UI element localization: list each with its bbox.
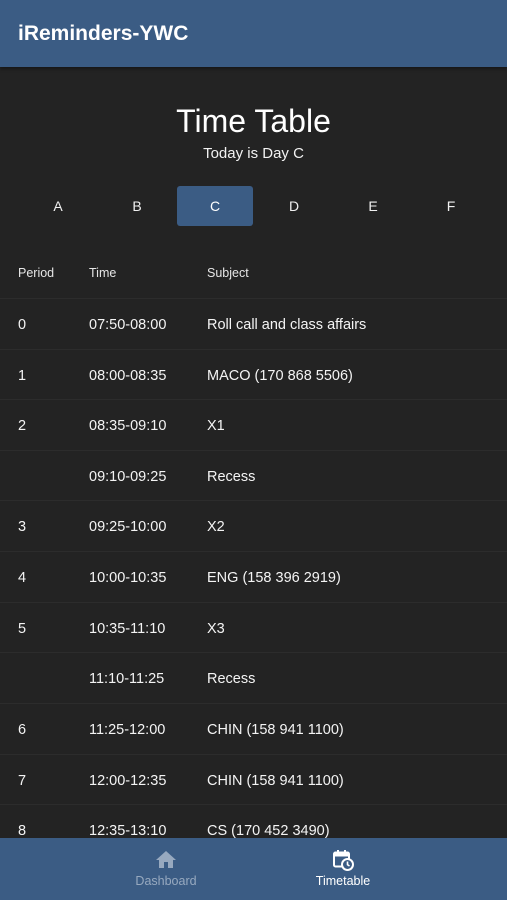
time-cell: 12:00-12:35 — [89, 773, 167, 789]
table-row: 3 09:25-10:00 X2 — [0, 500, 507, 551]
nav-dashboard[interactable]: Dashboard — [66, 838, 266, 900]
calendar-clock-icon — [333, 850, 354, 871]
period-cell: 0 — [18, 317, 27, 333]
time-cell: 10:00-10:35 — [89, 570, 167, 586]
table-row: 1 08:00-08:35 MACO (170 868 5506) — [0, 349, 507, 400]
period-cell: 8 — [18, 823, 27, 838]
subject-cell: X1 — [207, 418, 225, 434]
table-row: 8 12:35-13:10 CS (170 452 3490) — [0, 804, 507, 838]
table-row: 2 08:35-09:10 X1 — [0, 399, 507, 450]
period-cell: 5 — [18, 621, 27, 637]
table-row: 7 12:00-12:35 CHIN (158 941 1100) — [0, 754, 507, 805]
time-cell: 08:35-09:10 — [89, 418, 167, 434]
day-tabs: A B C D E F — [0, 186, 507, 226]
home-icon — [156, 851, 176, 868]
nav-timetable[interactable]: Timetable — [243, 838, 443, 900]
nav-dashboard-label: Dashboard — [135, 874, 197, 888]
subject-cell: CS (170 452 3490) — [207, 823, 330, 838]
subject-cell: Recess — [207, 469, 256, 485]
page-title: Time Table — [176, 103, 331, 139]
column-header-time: Time — [89, 266, 117, 280]
period-cell: 3 — [18, 519, 27, 535]
time-cell: 08:00-08:35 — [89, 368, 167, 384]
time-cell: 11:10-11:25 — [89, 671, 165, 687]
subject-cell: ENG (158 396 2919) — [207, 570, 341, 586]
table-row: 09:10-09:25 Recess — [0, 450, 507, 501]
current-day-label: Today is Day C — [203, 145, 304, 162]
tab-day-b[interactable]: B — [99, 186, 175, 226]
timetable-list[interactable]: 0 07:50-08:00 Roll call and class affair… — [0, 298, 507, 838]
table-row: 11:10-11:25 Recess — [0, 652, 507, 703]
time-cell: 11:25-12:00 — [89, 722, 166, 738]
tab-day-a[interactable]: A — [20, 186, 96, 226]
tab-day-c[interactable]: C — [177, 186, 253, 226]
app-title: iReminders-YWC — [18, 21, 189, 45]
app-bar: iReminders-YWC — [0, 0, 507, 67]
nav-timetable-label: Timetable — [315, 874, 371, 888]
period-cell: 2 — [18, 418, 27, 434]
time-cell: 09:25-10:00 — [89, 519, 167, 535]
column-header-period: Period — [18, 266, 55, 280]
period-cell: 1 — [18, 368, 27, 384]
bottom-navigation: Dashboard Timetable — [0, 838, 507, 900]
subject-cell: Recess — [207, 671, 256, 687]
period-cell: 4 — [18, 570, 27, 586]
period-cell: 7 — [18, 773, 27, 789]
table-row: 6 11:25-12:00 CHIN (158 941 1100) — [0, 703, 507, 754]
time-cell: 12:35-13:10 — [89, 823, 167, 838]
table-row: 5 10:35-11:10 X3 — [0, 602, 507, 653]
subject-cell: X2 — [207, 519, 225, 535]
subject-cell: X3 — [207, 621, 225, 637]
time-cell: 07:50-08:00 — [89, 317, 167, 333]
table-header: Period Time Subject — [0, 266, 507, 296]
subject-cell: MACO (170 868 5506) — [207, 368, 353, 384]
tab-day-e[interactable]: E — [335, 186, 411, 226]
period-cell: 6 — [18, 722, 27, 738]
column-header-subject: Subject — [207, 266, 249, 280]
time-cell: 10:35-11:10 — [89, 621, 166, 637]
subject-cell: CHIN (158 941 1100) — [207, 773, 344, 789]
table-row: 4 10:00-10:35 ENG (158 396 2919) — [0, 551, 507, 602]
time-cell: 09:10-09:25 — [89, 469, 167, 485]
subject-cell: Roll call and class affairs — [207, 317, 367, 333]
tab-day-d[interactable]: D — [256, 186, 332, 226]
tab-day-f[interactable]: F — [413, 186, 489, 226]
table-row: 0 07:50-08:00 Roll call and class affair… — [0, 298, 507, 349]
subject-cell: CHIN (158 941 1100) — [207, 722, 344, 738]
